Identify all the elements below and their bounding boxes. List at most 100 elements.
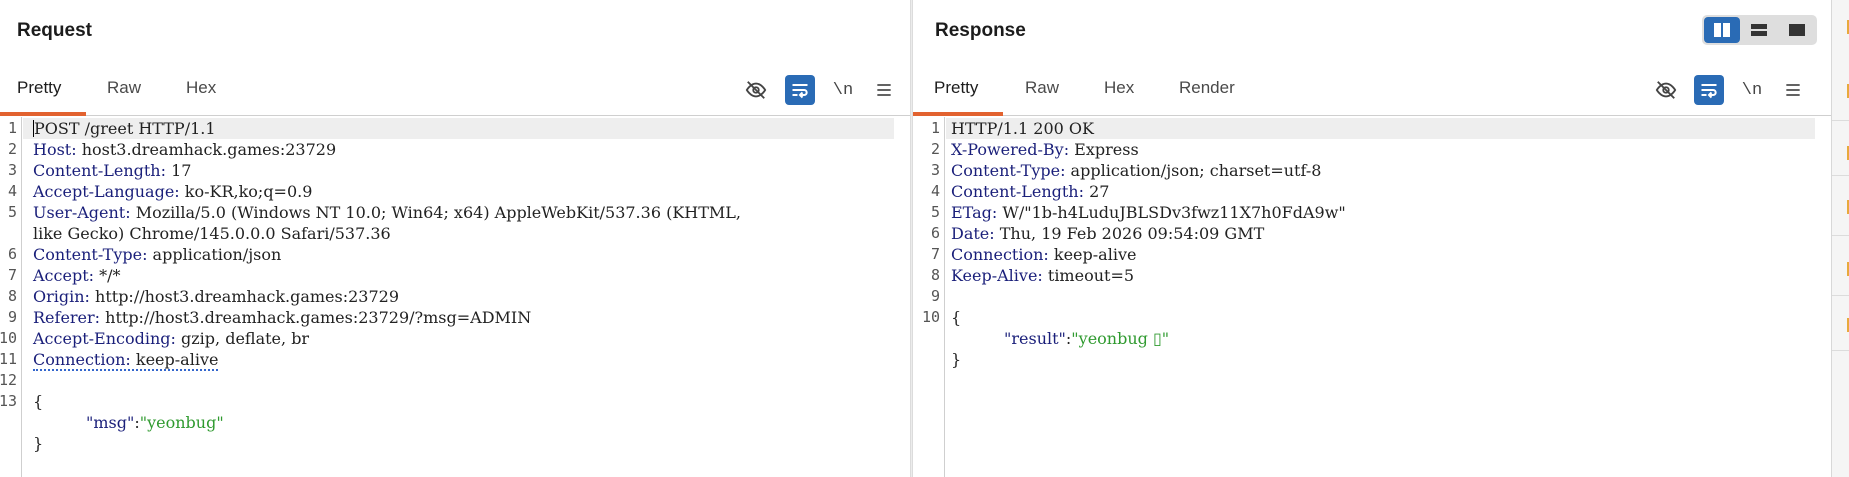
eye-off-icon[interactable]: [741, 75, 771, 105]
response-editor[interactable]: 1 2 3 4 5 6 7 8 9 10 HTTP/1.1 200 OK X-P…: [913, 117, 1831, 477]
line-number: 2: [7, 140, 17, 158]
line-number: 9: [7, 308, 17, 326]
line-number: 10: [921, 308, 940, 326]
code-line: }: [33, 433, 894, 454]
header-value: host3.dreamhack.games:23729: [76, 140, 337, 159]
json-brace: {: [33, 392, 44, 411]
code-line: Content-Type: application/json: [33, 244, 894, 265]
code-line: Referer: http://host3.dreamhack.games:23…: [33, 307, 894, 328]
wrap-icon[interactable]: [785, 75, 815, 105]
line-number: 4: [7, 182, 17, 200]
header-key: Content-Length:: [33, 161, 166, 180]
code-line: POST /greet HTTP/1.1: [23, 118, 894, 139]
code-line: Content-Length: 17: [33, 160, 894, 181]
single-panel-icon[interactable]: [1779, 17, 1815, 43]
code-line: Content-Type: application/json; charset=…: [951, 160, 1815, 181]
header-value: application/json: [147, 245, 282, 264]
active-tab-indicator: [913, 112, 1003, 116]
request-line: POST /greet HTTP/1.1: [34, 119, 216, 138]
code-line: HTTP/1.1 200 OK: [946, 118, 1815, 139]
code-line: "result":"yeonbug ▯": [1004, 328, 1815, 349]
tab-hex[interactable]: Hex: [186, 78, 216, 98]
line-number: 10: [0, 329, 17, 347]
newline-icon[interactable]: \n: [828, 75, 858, 105]
split-vertical-icon[interactable]: [1741, 17, 1777, 43]
header-key: Host:: [33, 140, 77, 159]
status-line: HTTP/1.1 200 OK: [951, 119, 1094, 138]
menu-icon[interactable]: [869, 75, 899, 105]
json-brace: }: [33, 434, 44, 453]
header-value: Mozilla/5.0 (Windows NT 10.0; Win64; x64…: [130, 203, 741, 222]
header-key: X-Powered-By:: [951, 140, 1070, 159]
code-line: Host: host3.dreamhack.games:23729: [33, 139, 894, 160]
eye-off-icon[interactable]: [1651, 75, 1681, 105]
tab-hex[interactable]: Hex: [1104, 78, 1134, 98]
side-divider: [1832, 295, 1849, 296]
layout-toggle: [1702, 15, 1817, 45]
header-value: ko-KR,ko;q=0.9: [179, 182, 313, 201]
line-number: 8: [930, 266, 940, 284]
line-number: 5: [930, 203, 940, 221]
side-divider: [1832, 175, 1849, 176]
code-line: Date: Thu, 19 Feb 2026 09:54:09 GMT: [951, 223, 1815, 244]
header-value: Thu, 19 Feb 2026 09:54:09 GMT: [994, 224, 1265, 243]
response-tabbar: Pretty Raw Hex Render \n: [913, 62, 1831, 116]
code-line: "msg":"yeonbug": [86, 412, 894, 433]
request-tabbar: Pretty Raw Hex \n: [0, 62, 910, 116]
inspector-side-strip[interactable]: [1831, 0, 1849, 477]
wrap-icon[interactable]: [1694, 75, 1724, 105]
code-line: User-Agent: Mozilla/5.0 (Windows NT 10.0…: [33, 202, 894, 223]
line-number: 1: [7, 119, 17, 137]
code-line: like Gecko) Chrome/145.0.0.0 Safari/537.…: [33, 223, 894, 244]
header-key: Content-Type:: [951, 161, 1066, 180]
json-brace: }: [951, 350, 962, 369]
code-line: Origin: http://host3.dreamhack.games:237…: [33, 286, 894, 307]
header-key: Origin:: [33, 287, 90, 306]
tab-pretty[interactable]: Pretty: [17, 78, 61, 98]
tab-render[interactable]: Render: [1179, 78, 1235, 98]
request-editor[interactable]: 1 2 3 4 5 6 7 8 9 10 11 12 13 POST /gree…: [0, 117, 910, 477]
line-number: 12: [0, 371, 17, 389]
tab-pretty[interactable]: Pretty: [934, 78, 978, 98]
header-key: User-Agent:: [33, 203, 131, 222]
header-key: Connection:: [951, 245, 1049, 264]
header-key: Referer:: [33, 308, 101, 327]
tab-raw[interactable]: Raw: [1025, 78, 1059, 98]
code-line: {: [33, 391, 894, 412]
line-number: 7: [7, 266, 17, 284]
header-value: timeout=5: [1042, 266, 1135, 285]
line-number: 6: [7, 245, 17, 263]
code-line: Connection: keep-alive: [33, 349, 894, 371]
header-value: W/"1b-h4LuduJBLSDv3fwz11X7h0FdA9w": [997, 203, 1346, 222]
header-key: Date:: [951, 224, 995, 243]
code-line: }: [951, 349, 1815, 370]
request-panel: Request Pretty Raw Hex \n 1 2 3 4 5 6 7 …: [0, 0, 910, 477]
request-title: Request: [17, 20, 92, 41]
header-value: 17: [165, 161, 192, 180]
json-string: "yeonbug ▯": [1071, 329, 1170, 348]
header-key: Accept:: [33, 266, 95, 285]
menu-icon[interactable]: [1778, 75, 1808, 105]
header-value: keep-alive: [1048, 245, 1137, 264]
line-number: 3: [7, 161, 17, 179]
header-value: Express: [1069, 140, 1139, 159]
header-key: Accept-Language:: [33, 182, 180, 201]
tab-raw[interactable]: Raw: [107, 78, 141, 98]
header-key: Content-Type:: [33, 245, 148, 264]
header-value: like Gecko) Chrome/145.0.0.0 Safari/537.…: [33, 224, 391, 243]
code-line: Accept-Encoding: gzip, deflate, br: [33, 328, 894, 349]
side-divider: [1832, 235, 1849, 236]
header-value: application/json; charset=utf-8: [1065, 161, 1322, 180]
line-number-gutter: 1 2 3 4 5 6 7 8 9 10: [913, 117, 945, 477]
line-number: 7: [930, 245, 940, 263]
line-number: 8: [7, 287, 17, 305]
code-line: ETag: W/"1b-h4LuduJBLSDv3fwz11X7h0FdA9w": [951, 202, 1815, 223]
code-line: Content-Length: 27: [951, 181, 1815, 202]
newline-icon[interactable]: \n: [1737, 75, 1767, 105]
split-horizontal-icon[interactable]: [1704, 17, 1740, 43]
code-line: Keep-Alive: timeout=5: [951, 265, 1815, 286]
code-line: {: [951, 307, 1815, 328]
line-number: 13: [0, 392, 17, 410]
side-divider: [1832, 120, 1849, 121]
line-number: 5: [7, 203, 17, 221]
